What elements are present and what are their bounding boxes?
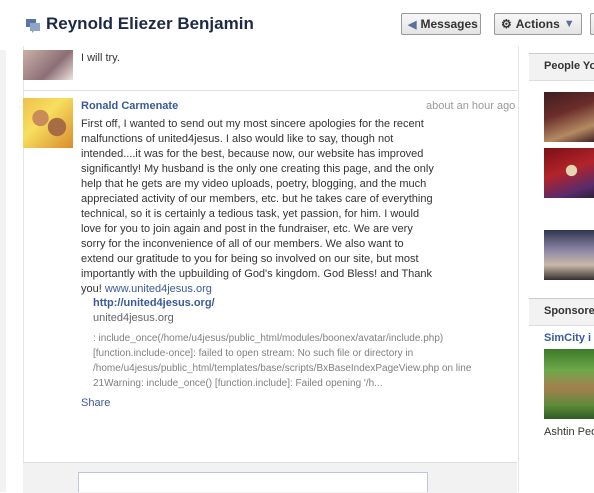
- message-timestamp: about an hour ago: [426, 100, 516, 112]
- page-header: Reynold Eliezer Benjamin ◀ Messages ⚙ Ac…: [0, 0, 594, 50]
- message-body: First off, I wanted to send out my most …: [81, 117, 434, 297]
- people-you-may-know-heading: People Yo: [529, 53, 594, 81]
- suggestion-thumbnail[interactable]: [544, 92, 594, 142]
- overflow-button[interactable]: [590, 13, 594, 35]
- sponsored-ad-image[interactable]: [544, 349, 594, 419]
- message-body-link[interactable]: www.united4jesus.org: [105, 283, 212, 295]
- reply-input[interactable]: [78, 472, 428, 492]
- sponsored-ad-title[interactable]: SimCity i: [544, 332, 591, 344]
- messages-button[interactable]: ◀ Messages: [401, 13, 481, 35]
- messages-icon: [26, 19, 40, 33]
- sender-name-link[interactable]: Ronald Carmenate: [81, 100, 178, 112]
- message-divider: [23, 90, 517, 91]
- previous-message-avatar[interactable]: [23, 50, 73, 80]
- chevron-down-icon: ▼: [563, 18, 575, 30]
- sponsored-ad-text: Ashtin Ped: [544, 426, 594, 438]
- actions-button[interactable]: ⚙ Actions ▼: [494, 13, 582, 35]
- gear-icon: ⚙: [501, 17, 512, 31]
- sender-avatar[interactable]: [23, 98, 73, 148]
- messages-button-label: Messages: [420, 17, 478, 31]
- suggestion-thumbnail[interactable]: [544, 230, 594, 280]
- suggestion-thumbnail[interactable]: [544, 148, 594, 198]
- message-body-text: First off, I wanted to send out my most …: [81, 118, 434, 295]
- attachment-description: : include_once(/home/u4jesus/public_html…: [93, 333, 472, 389]
- share-link[interactable]: Share: [81, 397, 110, 409]
- attachment-title-link[interactable]: http://united4jesus.org/: [93, 297, 215, 309]
- back-arrow-icon: ◀: [408, 18, 417, 31]
- sponsored-heading: Sponsore: [529, 298, 594, 326]
- page-title: Reynold Eliezer Benjamin: [46, 14, 254, 33]
- right-sidebar: People Yo Sponsore SimCity i Ashtin Ped: [529, 50, 594, 492]
- actions-button-label: Actions: [515, 17, 560, 31]
- left-column-edge: [0, 50, 6, 492]
- attachment-domain: united4jesus.org: [93, 312, 174, 324]
- previous-message-text: I will try.: [81, 52, 120, 64]
